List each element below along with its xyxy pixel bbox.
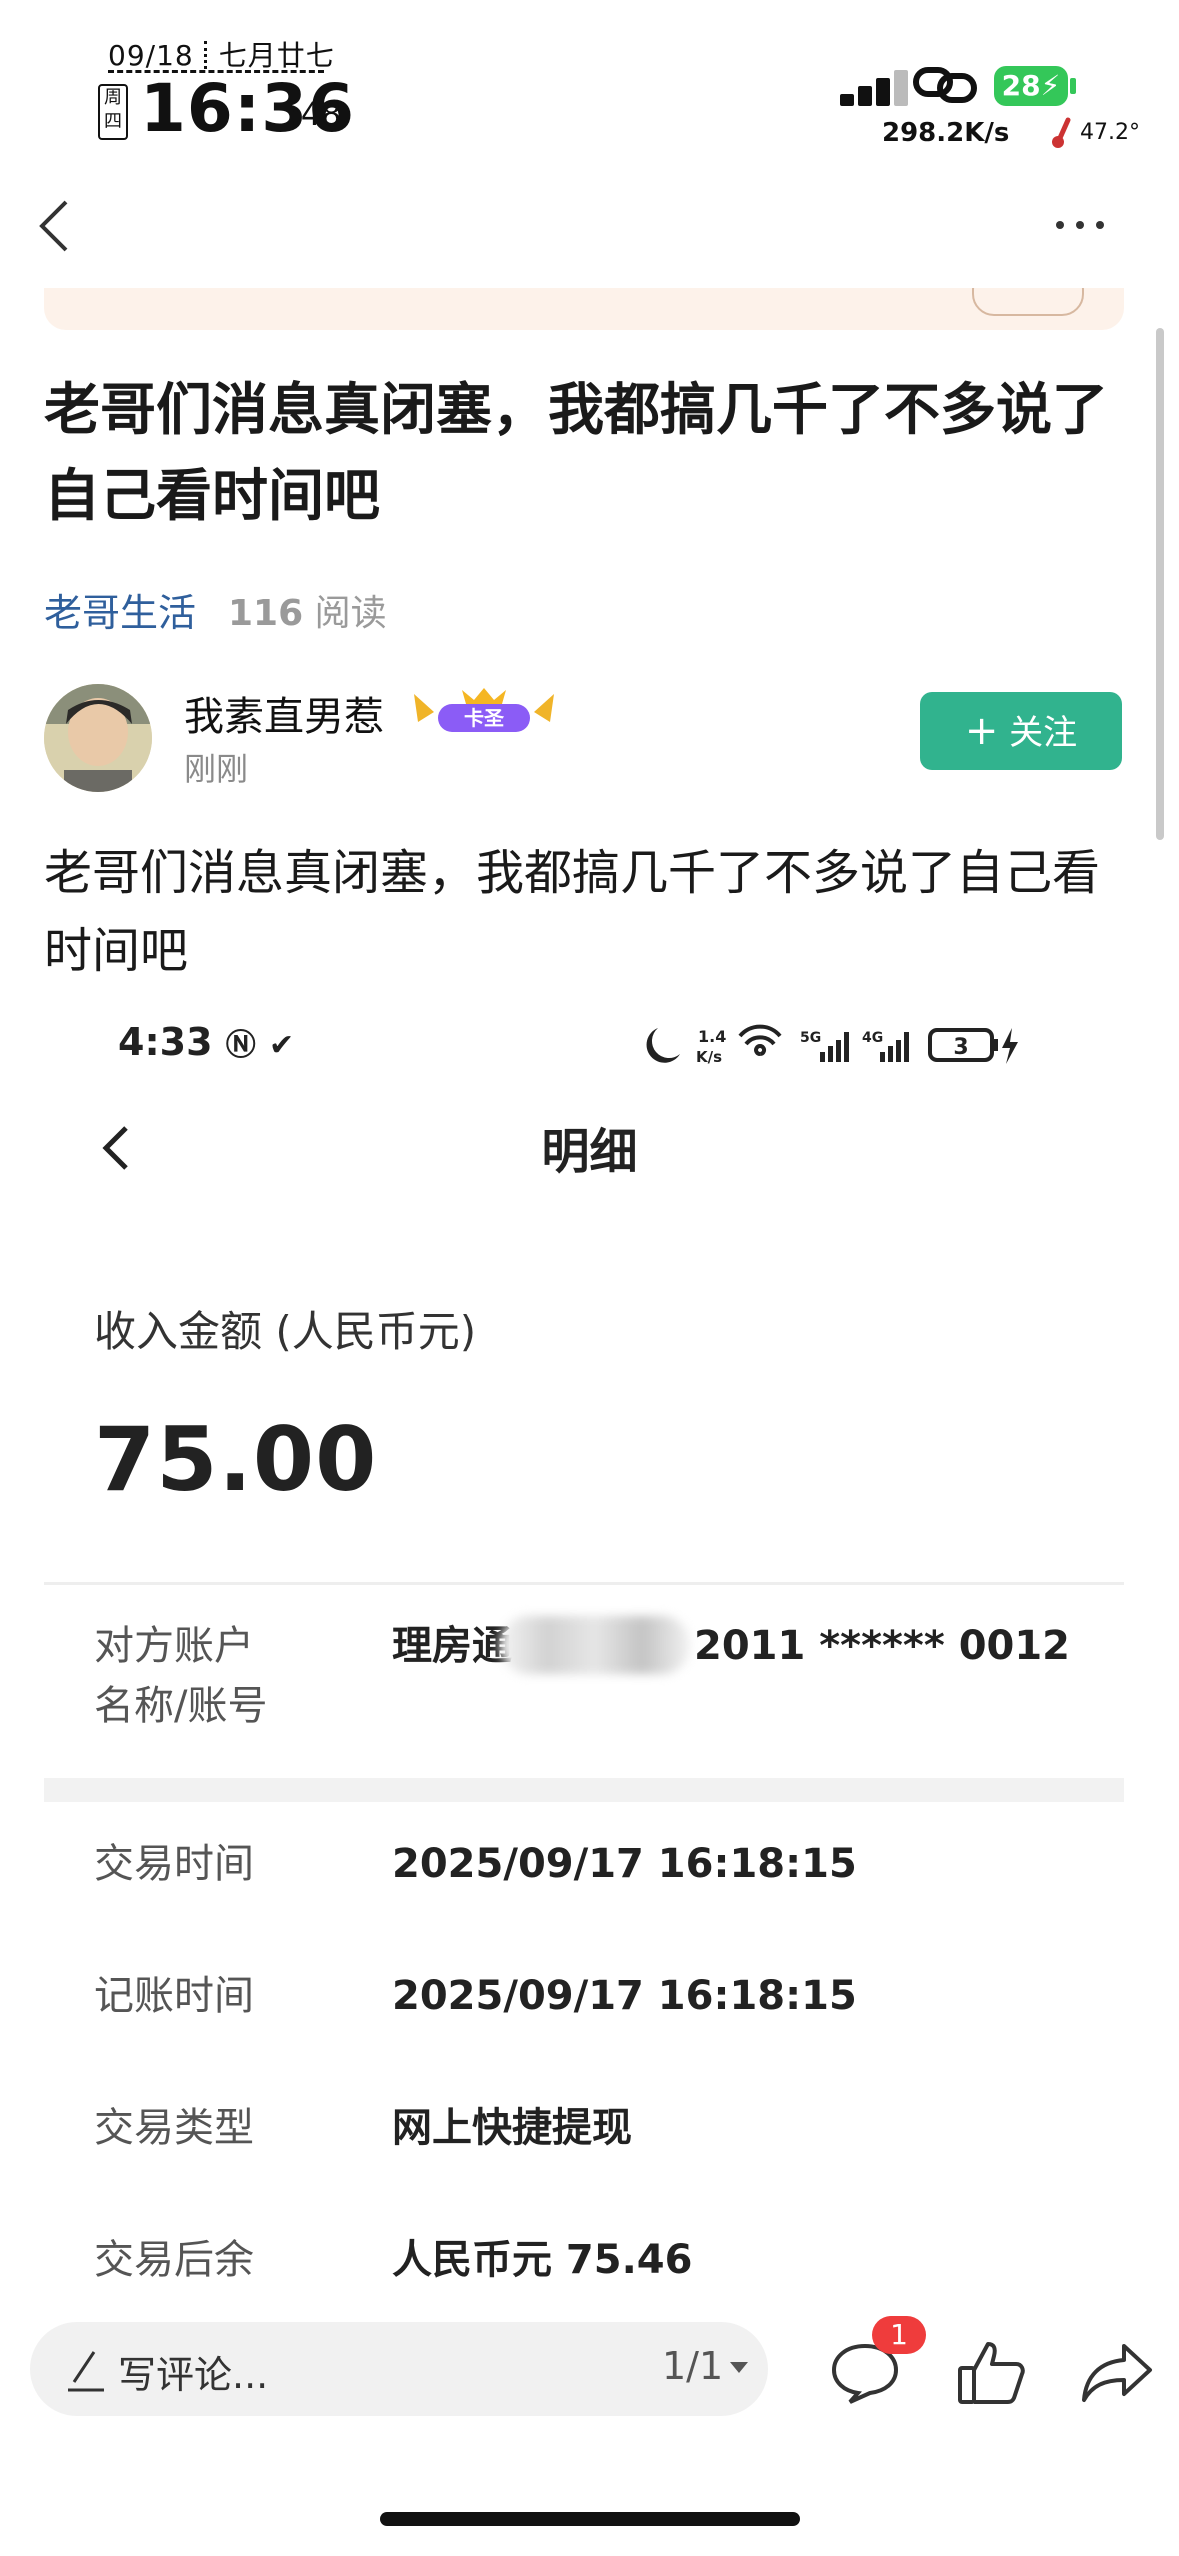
income-amount: 75.00 — [94, 1408, 378, 1511]
shield-icon: ✔ — [269, 1028, 295, 1063]
comment-input[interactable]: 写评论... 1/1 — [30, 2322, 768, 2416]
detail-value: 2025/09/17 16:18:15 — [392, 1973, 857, 2019]
like-icon[interactable] — [956, 2338, 1026, 2408]
embedded-status-time: 4:33 Ⓝ ✔ — [118, 1020, 295, 1064]
page-indicator[interactable]: 1/1 — [662, 2344, 723, 2388]
income-label: 收入金额 (人民币元) — [94, 1307, 477, 1356]
home-indicator[interactable] — [380, 2512, 800, 2526]
temperature: 47.2° — [1080, 120, 1140, 145]
read-count: 116 阅读 — [228, 593, 387, 634]
avatar[interactable] — [44, 684, 152, 792]
plus-icon: + — [964, 708, 999, 754]
net-speed: 298.2K/s — [882, 118, 1010, 148]
detail-label: 交易后余 — [94, 2237, 254, 2283]
detail-label: 交易时间 — [94, 1841, 254, 1887]
embedded-speed: 1.4 — [698, 1027, 726, 1046]
badge-label: 卡圣 — [464, 706, 505, 730]
author-name[interactable]: 我素直男惹 — [184, 684, 384, 742]
embedded-battery-level: 3 — [953, 1035, 968, 1060]
embedded-page-title: 明细 — [541, 1124, 638, 1180]
detail-label: 记账时间 — [94, 1973, 254, 2019]
follow-button[interactable]: + 关注 — [920, 692, 1122, 770]
avatar-image — [44, 684, 152, 792]
circle-link[interactable]: 老哥生活 — [44, 582, 196, 637]
follow-label: 关注 — [1009, 713, 1078, 753]
post-body: 老哥们消息真闭塞，我都搞几千了不多说了自己看时间吧 — [44, 845, 1101, 979]
post-title: 老哥们消息真闭塞，我都搞几千了不多说了自己看时间吧 — [44, 378, 1108, 529]
redacted-blur — [500, 1616, 690, 1674]
scrollbar[interactable] — [1156, 328, 1164, 840]
thermometer-icon — [1052, 117, 1071, 148]
divider — [44, 1582, 1124, 1585]
share-icon[interactable] — [1080, 2342, 1154, 2404]
more-icon[interactable] — [1050, 210, 1110, 240]
status-seconds: :48 — [290, 95, 342, 133]
counterparty-label: 对方账户 名称/账号 — [94, 1623, 268, 1729]
caret-down-icon[interactable] — [730, 2362, 748, 2373]
detail-value: 网上快捷提现 — [392, 2105, 632, 2151]
battery-level: 28 — [1001, 69, 1041, 102]
section-divider — [44, 1778, 1124, 1802]
svg-text:4G: 4G — [862, 1030, 883, 1046]
detail-value: 2025/09/17 16:18:15 — [392, 1841, 857, 1887]
battery-icon: 28⚡ — [994, 66, 1068, 106]
status-bar: 09/18 七月廿七 周四 16:36 :48 28⚡ 298.2K/s 47.2… — [0, 0, 1179, 170]
comment-count-badge: 1 — [872, 2316, 926, 2354]
status-weekday: 周四 — [98, 84, 128, 140]
wifi-icon — [738, 1024, 782, 1056]
svg-text:5G: 5G — [800, 1030, 821, 1046]
detail-label: 交易类型 — [94, 2105, 254, 2151]
banner-button[interactable] — [972, 288, 1084, 316]
embedded-speed-unit: K/s — [696, 1048, 722, 1066]
pen-icon — [68, 2351, 104, 2392]
back-icon[interactable] — [32, 196, 82, 256]
status-lunar-date: 七月廿七 — [218, 39, 335, 72]
counterparty-value: 理房通 2011 ****** 0012 — [392, 1623, 1071, 1669]
comment-placeholder: 写评论... — [118, 2353, 269, 2397]
status-date: 09/18 七月廿七 — [108, 39, 335, 72]
battery-cap — [1070, 78, 1076, 94]
signal-icon — [840, 70, 910, 106]
read-label: 阅读 — [314, 593, 387, 634]
promo-banner[interactable] — [44, 288, 1124, 330]
post-time: 刚刚 — [184, 750, 249, 788]
detail-value: 人民币元 75.46 — [392, 2237, 693, 2283]
charging-icon — [1002, 1028, 1018, 1064]
link-icon — [913, 67, 977, 103]
embedded-status-icons: 1.4 K/s 5G 4G 3 — [640, 1020, 1060, 1070]
moon-icon — [646, 1028, 680, 1063]
user-badge: 卡圣 — [404, 684, 564, 736]
nfc-icon: Ⓝ — [225, 1028, 256, 1063]
